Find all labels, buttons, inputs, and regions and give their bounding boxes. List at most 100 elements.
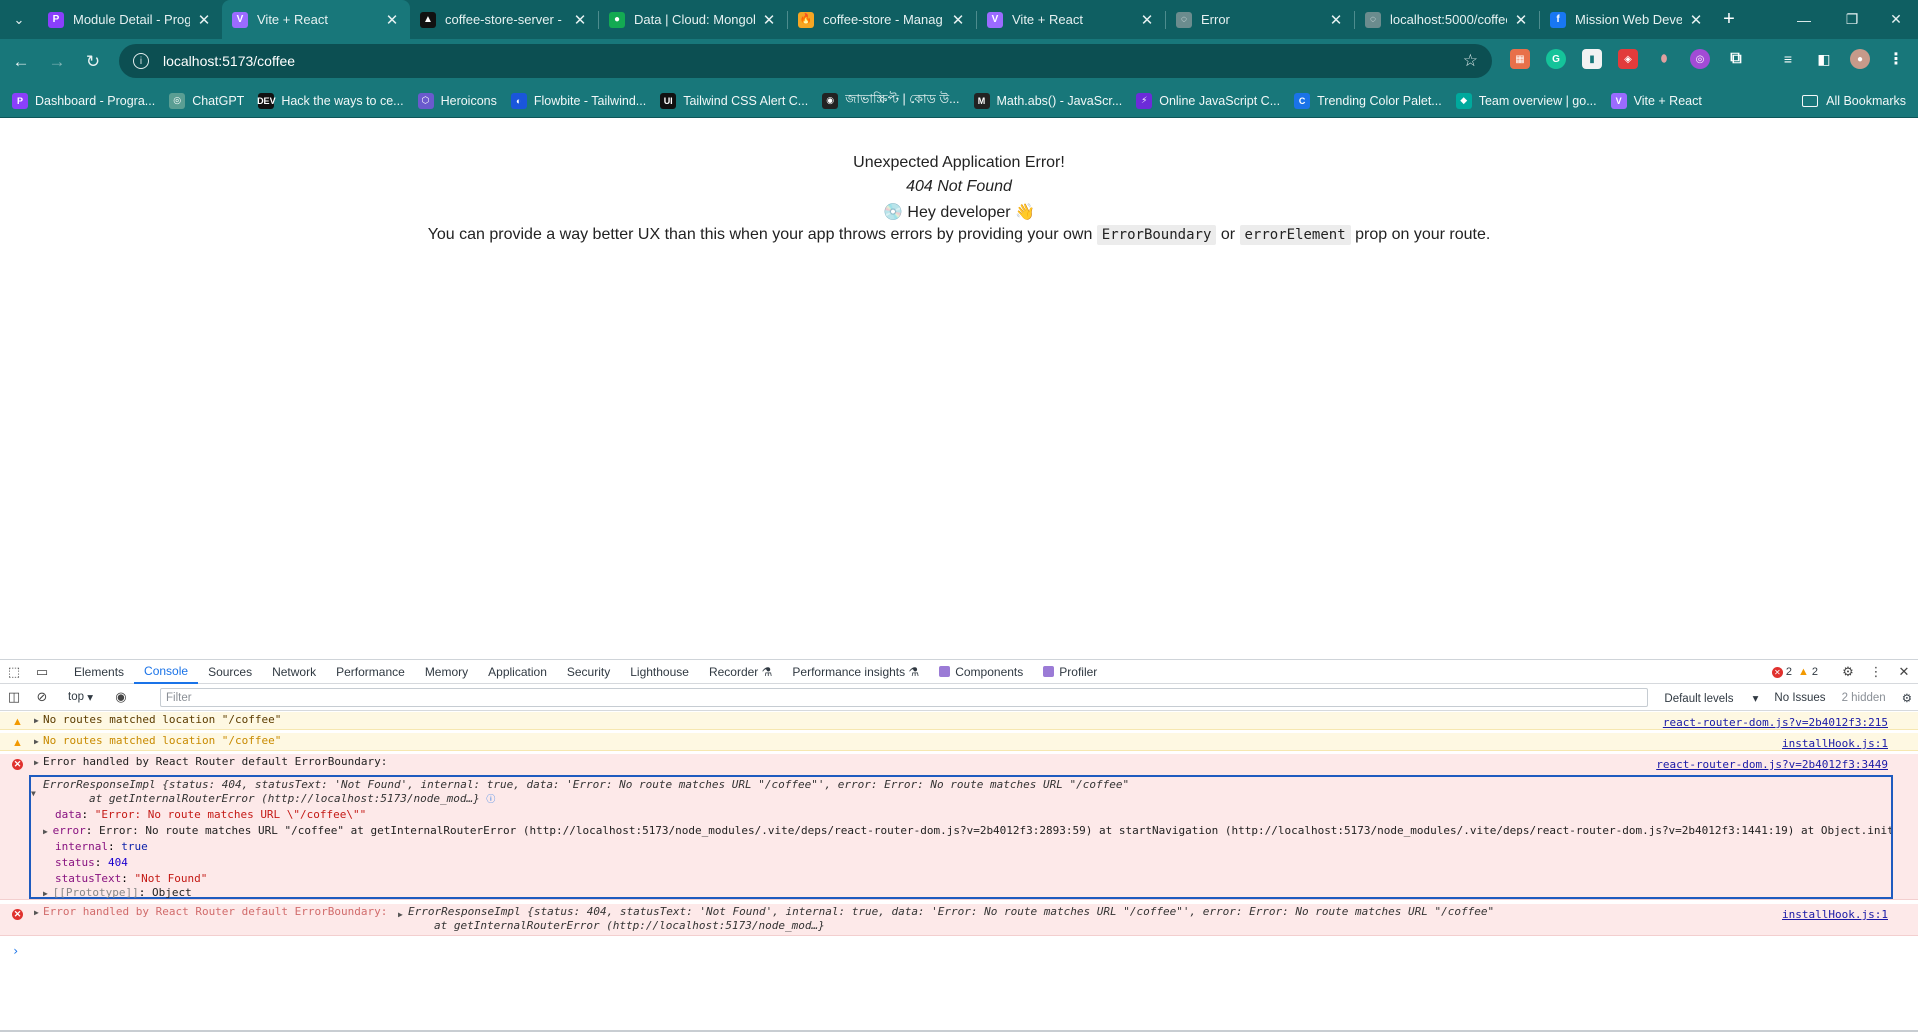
devtools-tab[interactable]: Application: [478, 660, 557, 684]
new-tab-button[interactable]: +: [1714, 0, 1744, 39]
expand-triangle-icon[interactable]: ▶: [34, 755, 43, 770]
tab-close-icon[interactable]: ✕: [196, 11, 212, 29]
sidebar-toggle-icon[interactable]: ◫: [0, 685, 28, 709]
source-link[interactable]: react-router-dom.js?v=2b4012f3:215: [1663, 715, 1888, 730]
console-settings-icon[interactable]: ⚙: [1902, 691, 1912, 705]
devtools-close-icon[interactable]: ✕: [1890, 660, 1918, 684]
expand-triangle-icon[interactable]: ▶: [34, 713, 43, 728]
console-warning-1[interactable]: ▲ ▶ No routes matched location "/coffee" …: [0, 712, 1918, 730]
tab-close-icon[interactable]: ✕: [761, 11, 777, 29]
devtools-tab[interactable]: Memory: [415, 660, 478, 684]
forward-button[interactable]: →: [42, 47, 72, 77]
tab-close-icon[interactable]: ✕: [572, 11, 588, 29]
all-bookmarks-button[interactable]: All Bookmarks: [1802, 88, 1906, 114]
device-toolbar-icon[interactable]: ▭: [28, 660, 56, 684]
tab-close-icon[interactable]: ✕: [1513, 11, 1529, 29]
clear-console-icon[interactable]: ⊘: [28, 685, 56, 709]
expand-triangle-icon[interactable]: ▶: [43, 889, 53, 898]
bookmark-item[interactable]: ◐ Flowbite - Tailwind...: [509, 88, 658, 114]
console-warning-2[interactable]: ▲ ▶ No routes matched location "/coffee" …: [0, 733, 1918, 751]
bookmark-item[interactable]: ⬡ Heroicons: [416, 88, 509, 114]
browser-menu-icon[interactable]: ⋮: [1886, 49, 1906, 69]
grammarly-extension-icon[interactable]: G: [1546, 49, 1566, 69]
extension-icon-4[interactable]: ◈: [1618, 49, 1638, 69]
bookmark-star-icon[interactable]: ☆: [1463, 51, 1478, 71]
bookmark-item[interactable]: ◆ Team overview | go...: [1454, 88, 1609, 114]
tab-close-icon[interactable]: ✕: [384, 11, 400, 29]
prop-prototype[interactable]: ▶ [[Prototype]]: Object: [43, 885, 192, 901]
browser-tab[interactable]: f Mission Web Develop ✕: [1540, 0, 1714, 39]
settings-gear-icon[interactable]: ⚙: [1834, 660, 1862, 684]
tab-close-icon[interactable]: ✕: [1139, 11, 1155, 29]
issues-link[interactable]: No Issues: [1774, 692, 1825, 704]
extension-icon-6[interactable]: ◎: [1690, 49, 1710, 69]
back-button[interactable]: ←: [6, 47, 36, 77]
bookmark-item[interactable]: ◎ ChatGPT: [167, 88, 256, 114]
console-filter-input[interactable]: Filter: [160, 688, 1648, 707]
object-summary[interactable]: ErrorResponseImpl {status: 404, statusTe…: [43, 777, 1129, 792]
tab-search-button[interactable]: ⌄: [0, 0, 38, 39]
error-object-summary[interactable]: ErrorResponseImpl {status: 404, statusTe…: [408, 904, 1494, 919]
bookmark-item[interactable]: M Math.abs() - JavaScr...: [972, 88, 1135, 114]
issues-counter[interactable]: ✕ 2 ▲ 2: [1771, 666, 1818, 678]
devtools-tab[interactable]: Performance insights ⚗: [782, 660, 929, 684]
site-info-icon[interactable]: i: [133, 53, 149, 69]
bookmark-item[interactable]: ⚡ Online JavaScript C...: [1134, 88, 1292, 114]
devtools-tab[interactable]: Console: [134, 660, 199, 684]
reload-button[interactable]: ↻: [78, 47, 108, 77]
source-link[interactable]: installHook.js:1: [1782, 907, 1888, 922]
bookmark-item[interactable]: DEV Hack the ways to ce...: [256, 88, 415, 114]
bookmark-item[interactable]: V Vite + React: [1609, 88, 1714, 114]
devtools-tab[interactable]: Network: [262, 660, 326, 684]
devtools-tab[interactable]: Sources: [198, 660, 262, 684]
live-expression-eye-icon[interactable]: ◉: [107, 685, 135, 709]
expand-triangle-icon[interactable]: ▶: [43, 827, 53, 836]
devtools-tab[interactable]: Profiler: [1033, 660, 1107, 684]
media-controls-icon[interactable]: ≡: [1778, 49, 1798, 69]
devtools-tab[interactable]: Recorder ⚗: [699, 660, 782, 684]
context-selector[interactable]: top ▾: [68, 690, 93, 704]
window-close-button[interactable]: ✕: [1870, 0, 1918, 39]
tab-close-icon[interactable]: ✕: [950, 11, 966, 29]
address-bar[interactable]: i localhost:5173/coffee ☆: [119, 44, 1492, 78]
browser-tab[interactable]: P Module Detail - Prog ✕: [38, 0, 222, 39]
browser-tab[interactable]: ▲ coffee-store-server - ✕: [410, 0, 598, 39]
browser-tab[interactable]: 🔥 coffee-store - Manag ✕: [788, 0, 976, 39]
extension-icon-1[interactable]: ▦: [1510, 49, 1530, 69]
extension-icon-5[interactable]: ⬮: [1654, 49, 1674, 69]
console-prompt[interactable]: ›: [12, 944, 19, 958]
inspect-element-icon[interactable]: ⬚: [0, 660, 28, 684]
collapse-triangle-icon[interactable]: ▼: [31, 786, 36, 801]
bookmark-item[interactable]: ◉ জাভাস্ক্রিপ্ট | কোড উ...: [820, 88, 971, 114]
expand-triangle-icon[interactable]: ▶: [34, 905, 43, 920]
profile-avatar[interactable]: ●: [1850, 49, 1870, 69]
expand-triangle-icon[interactable]: ▶: [34, 734, 43, 749]
browser-tab[interactable]: V Vite + React ✕: [222, 0, 410, 39]
devtools-tab[interactable]: Lighthouse: [620, 660, 699, 684]
devtools-menu-icon[interactable]: ⋮: [1862, 660, 1890, 684]
url-text[interactable]: localhost:5173/coffee: [163, 53, 295, 69]
minimize-button[interactable]: —: [1778, 0, 1830, 39]
info-icon[interactable]: ⓘ: [486, 795, 495, 805]
devtools-tab[interactable]: Components: [929, 660, 1033, 684]
bookmark-item[interactable]: C Trending Color Palet...: [1292, 88, 1454, 114]
devtools-tab[interactable]: Performance: [326, 660, 415, 684]
source-link[interactable]: react-router-dom.js?v=2b4012f3:3449: [1656, 757, 1888, 772]
source-link[interactable]: installHook.js:1: [1782, 736, 1888, 751]
browser-tab[interactable]: V Vite + React ✕: [977, 0, 1165, 39]
devtools-tab[interactable]: Security: [557, 660, 620, 684]
browser-tab[interactable]: ◌ localhost:5000/coffee ✕: [1355, 0, 1539, 39]
bookmark-item[interactable]: P Dashboard - Progra...: [10, 88, 167, 114]
bookmark-item[interactable]: UI Tailwind CSS Alert C...: [658, 88, 820, 114]
tab-close-icon[interactable]: ✕: [1328, 11, 1344, 29]
prop-error[interactable]: ▶ error: Error: No route matches URL "/c…: [43, 823, 1891, 839]
expand-triangle-icon[interactable]: ▶: [398, 907, 403, 922]
browser-tab[interactable]: ◌ Error ✕: [1166, 0, 1354, 39]
browser-tab[interactable]: ● Data | Cloud: Mongol ✕: [599, 0, 787, 39]
log-levels-dropdown[interactable]: Default levels ▾: [1664, 691, 1758, 705]
extensions-puzzle-icon[interactable]: ⧉: [1726, 49, 1746, 69]
side-panel-icon[interactable]: ◧: [1814, 49, 1834, 69]
tab-close-icon[interactable]: ✕: [1688, 11, 1704, 29]
extension-icon-3[interactable]: ▮: [1582, 49, 1602, 69]
devtools-tab[interactable]: Elements: [64, 660, 134, 684]
